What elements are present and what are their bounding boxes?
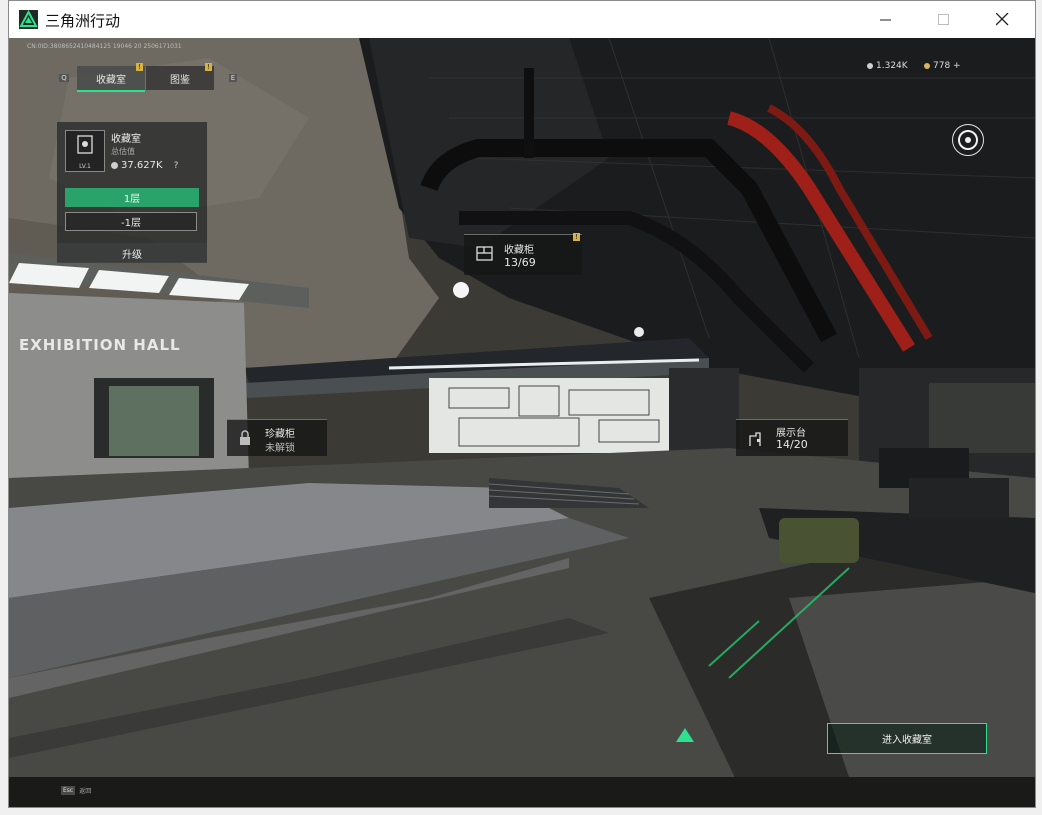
disc-icon [958, 130, 978, 150]
coin-icon [867, 63, 873, 69]
total-value-amount: 37.627K [121, 160, 163, 171]
total-value: 37.627K ? [111, 160, 178, 171]
tab-right-key[interactable]: E [226, 66, 240, 90]
collection-room-panel: LV.1 收藏室 总估值 37.627K ? 1层 -1层 [57, 122, 207, 262]
upgrade-button[interactable]: 升级 [57, 243, 207, 263]
window-title: 三角洲行动 [45, 12, 121, 30]
display-stand-count: 14/20 [776, 438, 808, 451]
coin-value: 1.324K [876, 61, 908, 71]
back-label: 返回 [79, 788, 92, 795]
close-button[interactable] [973, 1, 1031, 38]
cabinet-count: 13/69 [504, 256, 536, 269]
treasure-cabinet-title: 珍藏柜 [265, 429, 295, 440]
coin-icon [111, 162, 118, 169]
help-icon[interactable]: ? [174, 161, 179, 171]
title-bar: 三角洲行动 [9, 1, 1035, 38]
tab-notice-badge: ! [136, 63, 143, 71]
treasure-cabinet-status: 未解锁 [265, 443, 295, 454]
currency-coin: 1.324K [867, 61, 908, 71]
floor-minus-1-button[interactable]: -1层 [65, 212, 197, 231]
footer-bar: Esc 返回 [9, 777, 1035, 807]
esc-key-label: Esc [61, 786, 76, 795]
gem-icon [924, 63, 930, 69]
floor-1-button[interactable]: 1层 [65, 188, 199, 207]
cabinet-icon [476, 246, 493, 261]
treasure-cabinet-label[interactable]: 珍藏柜 未解锁 [227, 419, 327, 456]
app-logo-icon [19, 10, 38, 29]
game-viewport[interactable]: EXHIBITION HALL CN:0ID:3808652410484125 … [9, 38, 1035, 807]
room-level: LV.1 [79, 163, 91, 170]
maximize-icon [938, 13, 949, 25]
back-hint[interactable]: Esc 返回 [61, 786, 91, 795]
cabinet-badge: ! [573, 233, 580, 241]
enter-collection-room-button[interactable]: 进入收藏室 [827, 723, 987, 754]
cabinet-title: 收藏柜 [504, 245, 534, 256]
value-label: 总估值 [111, 147, 135, 156]
lock-icon [240, 430, 250, 445]
close-icon [995, 13, 1008, 26]
tab-codex[interactable]: 图鉴 ! [146, 63, 214, 90]
tab-collection-room-label: 收藏室 [96, 74, 126, 86]
room-level-card: LV.1 [65, 130, 105, 172]
maximize-button[interactable] [915, 1, 973, 38]
currency-gem: 778 + [924, 61, 961, 71]
minimize-button[interactable] [857, 1, 915, 38]
cabinet-label[interactable]: 收藏柜 13/69 ! [464, 233, 582, 275]
exhibition-hall-sign: EXHIBITION HALL [19, 336, 181, 354]
tab-codex-label: 图鉴 [170, 74, 190, 86]
gem-value: 778 + [933, 61, 961, 71]
e-key-label: E [228, 74, 238, 82]
display-stand-label[interactable]: 展示台 14/20 [736, 419, 848, 456]
q-key-label: Q [59, 74, 69, 82]
tab-codex-badge: ! [205, 63, 212, 71]
tab-collection-room[interactable]: 收藏室 ! [77, 63, 145, 92]
collection-room-title: 收藏室 [111, 134, 141, 145]
camera-view-button[interactable] [952, 124, 984, 156]
game-window: 三角洲行动 EXHIBITION HALL CN:0ID:38086524104… [8, 0, 1036, 808]
tab-left-key[interactable]: Q [57, 66, 71, 90]
display-stand-icon [749, 432, 761, 446]
minimize-icon [880, 19, 891, 20]
display-stand-title: 展示台 [776, 428, 806, 439]
build-info: CN:0ID:3808652410484125 19046 20 2506171… [27, 43, 182, 50]
collection-room-icon [77, 135, 93, 154]
